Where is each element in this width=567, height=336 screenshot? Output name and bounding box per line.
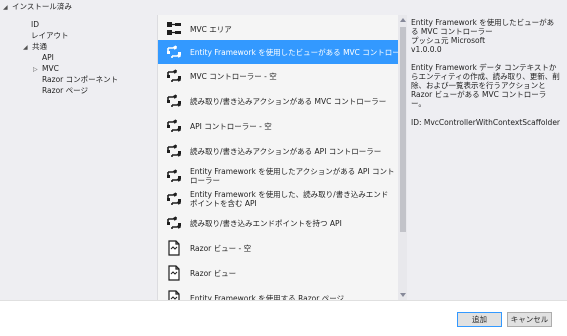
template-item[interactable]: Entity Framework を使用したアクションがある API コントロー…: [158, 164, 398, 188]
document-icon: [166, 240, 182, 256]
details-title: Entity Framework を使用したビューがある MVC コントローラー: [411, 18, 555, 36]
template-item-label: Razor ビュー: [190, 268, 237, 278]
document-icon: [166, 290, 182, 300]
tree-node-razor-page[interactable]: Razor ページ: [42, 85, 88, 96]
template-item-label: 読み取り/書き込みアクションがある MVC コントローラー: [190, 96, 387, 106]
controller-icon: [166, 191, 182, 207]
details-id: ID: MvcControllerWithContextScaffolder: [411, 118, 561, 127]
tree-node-layout[interactable]: レイアウト: [31, 30, 69, 41]
expand-arrow-icon[interactable]: ▷: [33, 64, 42, 75]
scroll-down-icon[interactable]: [400, 293, 406, 297]
template-item-label: 読み取り/書き込みアクションがある API コントローラー: [190, 146, 382, 156]
template-item[interactable]: Razor ビュー - 空: [158, 236, 398, 260]
tree-node-mvc-label: MVC: [42, 64, 59, 73]
details-panel: Entity Framework を使用したビューがある MVC コントローラー…: [411, 18, 561, 127]
template-list: MVC エリア Entity Framework を使用したビューがある MVC …: [157, 15, 407, 300]
template-item[interactable]: Entity Framework を使用する Razor ページ: [158, 286, 398, 300]
template-item[interactable]: MVC コントローラー - 空: [158, 64, 398, 88]
tree-node-api[interactable]: API: [42, 52, 54, 63]
template-item[interactable]: Entity Framework を使用した、読み取り/書き込みエンドポイントを…: [158, 187, 398, 211]
tree-node-id-label: ID: [31, 20, 39, 29]
collapse-arrow-icon[interactable]: ◢: [3, 2, 12, 13]
dialog-footer: 追加 キャンセル: [0, 300, 567, 336]
tree-node-api-label: API: [42, 53, 54, 62]
controller-icon: [166, 215, 182, 231]
controller-icon: [166, 118, 182, 134]
tree-node-razor-page-label: Razor ページ: [42, 86, 88, 95]
template-item[interactable]: Entity Framework を使用したビューがある MVC コントローラー: [158, 40, 407, 64]
controller-icon: [166, 68, 182, 84]
template-item-label: Entity Framework を使用した、読み取り/書き込みエンドポイントを…: [190, 190, 389, 208]
template-item-label: API コントローラー - 空: [190, 121, 272, 131]
template-item-label: Entity Framework を使用したアクションがある API コントロー…: [190, 167, 395, 185]
mvc-area-icon: [166, 21, 182, 37]
template-item-label: Razor ビュー - 空: [190, 243, 252, 253]
details-version: v1.0.0.0: [411, 45, 442, 54]
template-item[interactable]: 読み取り/書き込みアクションがある MVC コントローラー: [158, 89, 398, 113]
template-item[interactable]: MVC エリア: [158, 17, 398, 41]
controller-icon: [166, 93, 182, 109]
template-item[interactable]: 読み取り/書き込みアクションがある API コントローラー: [158, 139, 398, 163]
template-item-label: MVC コントローラー - 空: [190, 71, 277, 81]
cancel-button[interactable]: キャンセル: [507, 312, 552, 327]
tree-node-razor-component[interactable]: Razor コンポーネント: [42, 74, 118, 85]
add-button[interactable]: 追加: [457, 312, 502, 327]
category-tree: ◢ インストール済み ID レイアウト ◢ 共通 API ▷ MVC Razor コン…: [0, 0, 157, 300]
controller-icon: [166, 143, 182, 159]
tree-node-common[interactable]: ◢ 共通: [23, 41, 47, 52]
template-item-label: 読み取り/書き込みエンドポイントを持つ API: [190, 218, 342, 228]
template-item[interactable]: 読み取り/書き込みエンドポイントを持つ API: [158, 211, 398, 235]
scroll-thumb[interactable]: [400, 27, 406, 232]
template-item-label: MVC エリア: [190, 24, 232, 34]
tree-node-installed[interactable]: ◢ インストール済み: [3, 1, 72, 12]
document-icon: [166, 265, 182, 281]
details-publisher: プッシュ元 Microsoft: [411, 36, 486, 45]
tree-node-common-label: 共通: [32, 42, 47, 51]
tree-node-id[interactable]: ID: [31, 19, 39, 30]
controller-icon: [166, 168, 182, 184]
controller-icon: [166, 44, 182, 60]
tree-node-layout-label: レイアウト: [31, 31, 69, 40]
collapse-arrow-icon[interactable]: ◢: [23, 42, 32, 53]
template-item[interactable]: Razor ビュー: [158, 261, 398, 285]
tree-node-installed-label: インストール済み: [12, 2, 72, 11]
template-item-label: Entity Framework を使用したビューがある MVC コントローラー: [190, 47, 407, 57]
list-scrollbar[interactable]: [398, 15, 407, 300]
tree-node-razor-component-label: Razor コンポーネント: [42, 75, 119, 84]
details-description: Entity Framework データ コンテキストからエンティティの作成、読…: [411, 63, 560, 108]
template-item[interactable]: API コントローラー - 空: [158, 114, 398, 138]
tree-node-mvc[interactable]: ▷ MVC: [33, 63, 59, 74]
scroll-up-icon[interactable]: [400, 18, 406, 22]
